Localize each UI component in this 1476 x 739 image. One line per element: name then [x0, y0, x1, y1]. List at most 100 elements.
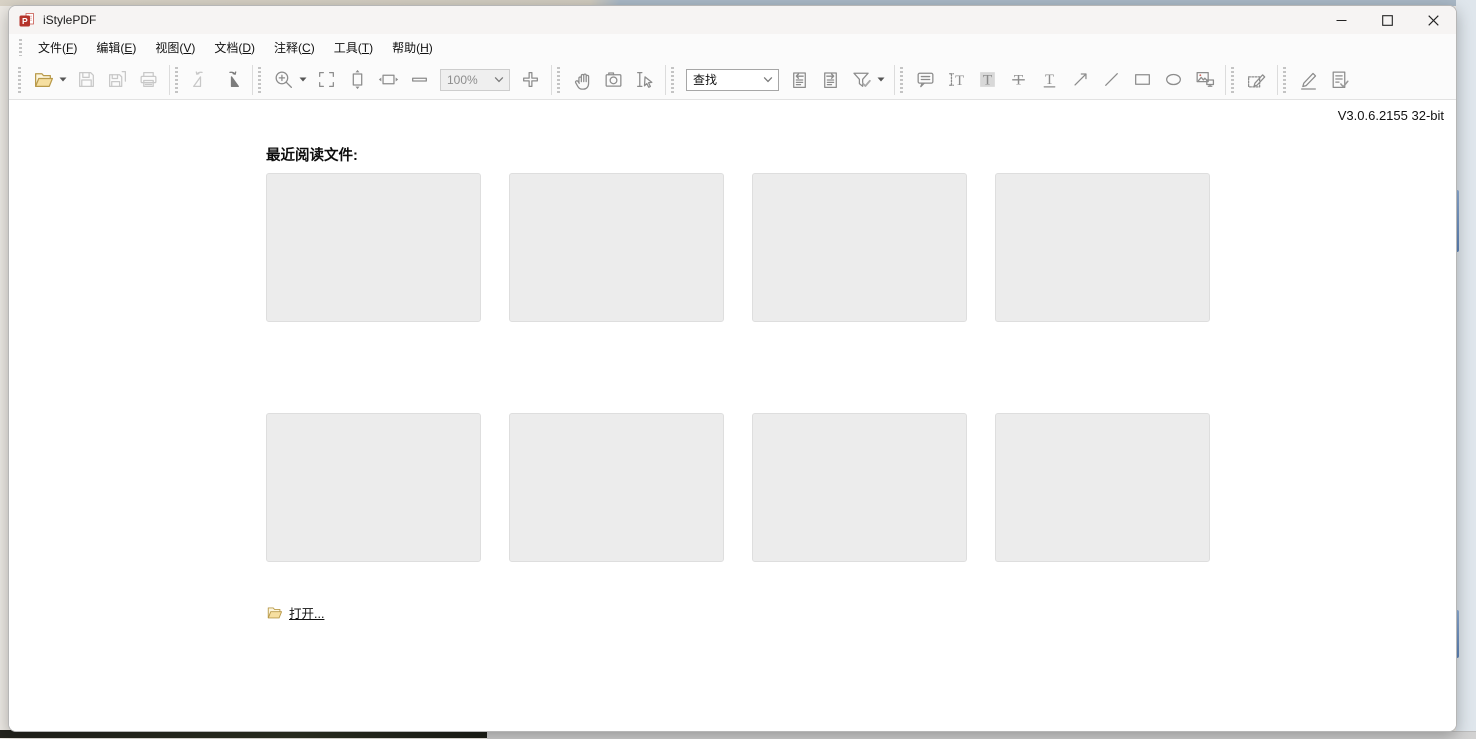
window-title: iStylePDF	[43, 13, 96, 27]
ellipse-button[interactable]	[1160, 66, 1187, 93]
line-button[interactable]	[1098, 66, 1125, 93]
menubar-drag-handle[interactable]	[19, 39, 22, 56]
comment-button[interactable]	[912, 66, 939, 93]
menu-item-t[interactable]: 工具(T)	[326, 35, 381, 60]
toolbar-drag-handle[interactable]	[175, 67, 178, 93]
recent-file-placeholder	[266, 413, 481, 562]
ellipse-icon	[1163, 69, 1184, 90]
zoom-out-icon	[409, 69, 430, 90]
select-icon	[634, 69, 655, 90]
rectangle-button[interactable]	[1129, 66, 1156, 93]
toolbar-drag-handle[interactable]	[900, 67, 903, 93]
rotate-right-button[interactable]	[218, 66, 245, 93]
minimize-button[interactable]	[1318, 6, 1364, 34]
zoom-tool-icon	[273, 69, 294, 90]
underline-button[interactable]: T	[1036, 66, 1063, 93]
open-file-link[interactable]: 打开...	[266, 603, 324, 622]
zoom-combo-value: 100%	[447, 73, 478, 87]
stamp-button[interactable]	[1191, 66, 1218, 93]
recent-file-placeholder	[752, 413, 967, 562]
edit-content-button[interactable]	[1295, 66, 1322, 93]
toolbar-group-search: 查找	[665, 65, 894, 95]
search-next-button[interactable]	[817, 66, 844, 93]
menu-item-c[interactable]: 注释(C)	[266, 35, 323, 60]
zoom-combo[interactable]: 100%	[440, 69, 510, 91]
recent-file-placeholder	[995, 173, 1210, 322]
dropdown-caret-icon[interactable]	[299, 77, 307, 82]
fit-page-button[interactable]	[313, 66, 340, 93]
menu-item-f[interactable]: 文件(F)	[30, 35, 85, 60]
line-icon	[1101, 69, 1122, 90]
toolbar-drag-handle[interactable]	[18, 67, 21, 93]
title-bar: P iStylePDF	[9, 6, 1456, 34]
toolbar-drag-handle[interactable]	[671, 67, 674, 93]
toolbar: 100%查找TTTT	[9, 60, 1456, 100]
snapshot-button[interactable]	[600, 66, 627, 93]
desktop-right-strip	[1456, 0, 1476, 738]
zoom-in-button[interactable]	[517, 66, 544, 93]
app-window: P iStylePDF 文件(F)编辑(E)视图(V)文档(D)注释(C)工具(…	[8, 5, 1457, 732]
filter-button[interactable]	[848, 66, 875, 93]
signature-icon	[1246, 69, 1267, 90]
recent-files-grid	[266, 173, 1210, 562]
search-combo[interactable]: 查找	[686, 69, 779, 91]
toolbar-drag-handle[interactable]	[557, 67, 560, 93]
highlight-button[interactable]: T	[974, 66, 1001, 93]
open-button[interactable]	[30, 66, 57, 93]
menu-bar: 文件(F)编辑(E)视图(V)文档(D)注释(C)工具(T)帮助(H)	[9, 34, 1456, 60]
arrow-button[interactable]	[1067, 66, 1094, 93]
pen-edit-icon	[1298, 69, 1319, 90]
toolbar-drag-handle[interactable]	[1231, 67, 1234, 93]
maximize-icon	[1382, 15, 1393, 26]
arrow-icon	[1070, 69, 1091, 90]
dropdown-caret-icon[interactable]	[877, 77, 885, 82]
recent-file-placeholder	[752, 173, 967, 322]
recent-files-heading: 最近阅读文件:	[266, 144, 358, 165]
signature-button[interactable]	[1243, 66, 1270, 93]
print-button[interactable]	[135, 66, 162, 93]
menu-item-e[interactable]: 编辑(E)	[88, 35, 144, 60]
menu-item-d[interactable]: 文档(D)	[206, 35, 263, 60]
menu-items: 文件(F)编辑(E)视图(V)文档(D)注释(C)工具(T)帮助(H)	[30, 35, 444, 60]
minimize-icon	[1336, 15, 1347, 26]
svg-text:T: T	[955, 73, 964, 89]
search-prev-button[interactable]	[786, 66, 813, 93]
content-area: V3.0.6.2155 32-bit 最近阅读文件: 打开...	[9, 100, 1456, 731]
save-button[interactable]	[73, 66, 100, 93]
menu-item-v[interactable]: 视图(V)	[147, 35, 203, 60]
insert-text-icon: T	[946, 69, 967, 90]
search-next-icon	[820, 69, 841, 90]
form-check-icon	[1329, 69, 1350, 90]
stamp-icon	[1194, 69, 1215, 90]
strikeout-button[interactable]: T	[1005, 66, 1032, 93]
zoom-tool-button[interactable]	[270, 66, 297, 93]
search-combo-value: 查找	[693, 71, 717, 88]
hand-tool-button[interactable]	[569, 66, 596, 93]
print-icon	[138, 69, 159, 90]
save-as-button[interactable]	[104, 66, 131, 93]
folder-open-icon	[33, 69, 54, 90]
svg-text:T: T	[983, 72, 993, 89]
maximize-button[interactable]	[1364, 6, 1410, 34]
fit-width-button[interactable]	[375, 66, 402, 93]
dropdown-caret-icon[interactable]	[59, 77, 67, 82]
form-button[interactable]	[1326, 66, 1353, 93]
highlight-icon: T	[977, 69, 998, 90]
filter-icon	[851, 69, 872, 90]
fit-width-icon	[378, 69, 399, 90]
fit-height-button[interactable]	[344, 66, 371, 93]
window-controls	[1318, 6, 1456, 34]
snapshot-icon	[603, 69, 624, 90]
toolbar-group-zoom: 100%	[252, 65, 551, 95]
menu-item-h[interactable]: 帮助(H)	[384, 35, 441, 60]
strikeout-icon: T	[1008, 69, 1029, 90]
folder-open-icon	[266, 605, 283, 620]
recent-file-placeholder	[995, 413, 1210, 562]
rotate-left-button[interactable]	[187, 66, 214, 93]
close-button[interactable]	[1410, 6, 1456, 34]
toolbar-drag-handle[interactable]	[1283, 67, 1286, 93]
insert-text-button[interactable]: T	[943, 66, 970, 93]
toolbar-drag-handle[interactable]	[258, 67, 261, 93]
zoom-out-button[interactable]	[406, 66, 433, 93]
select-tool-button[interactable]	[631, 66, 658, 93]
